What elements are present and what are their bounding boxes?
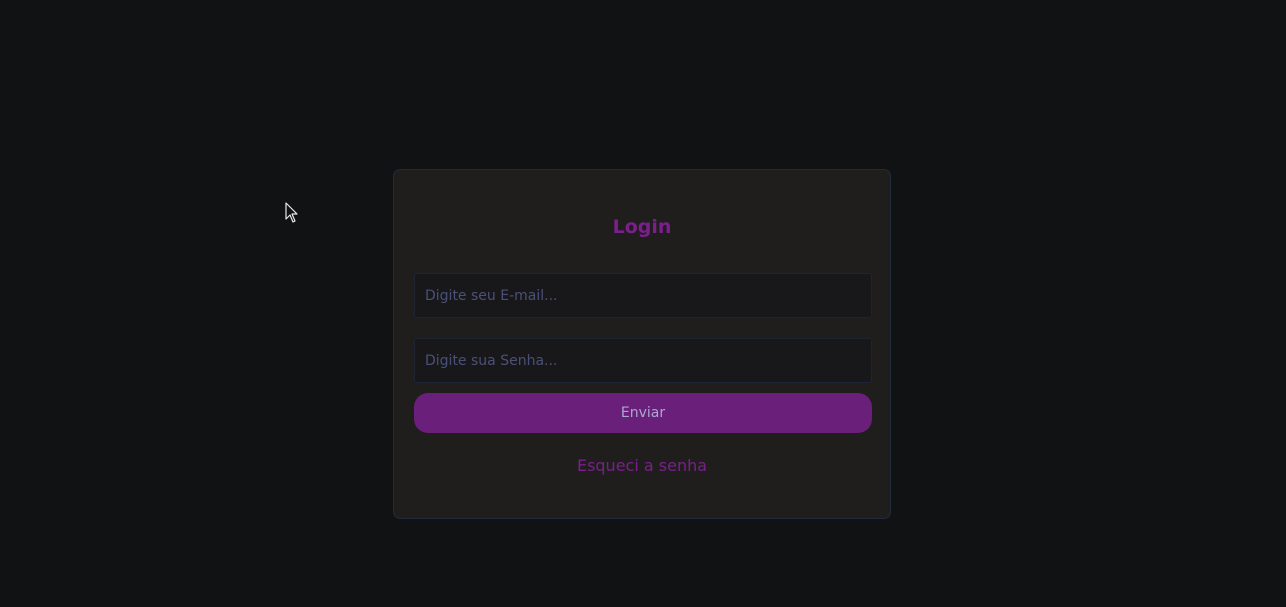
- login-page: Login Enviar Esqueci a senha: [0, 0, 1286, 607]
- email-input[interactable]: [414, 273, 872, 318]
- login-title: Login: [612, 216, 672, 238]
- login-card: Login Enviar Esqueci a senha: [393, 169, 891, 519]
- mouse-cursor-icon: [285, 202, 298, 223]
- submit-button[interactable]: Enviar: [414, 393, 872, 433]
- password-input[interactable]: [414, 338, 872, 383]
- forgot-password-link[interactable]: Esqueci a senha: [394, 456, 890, 476]
